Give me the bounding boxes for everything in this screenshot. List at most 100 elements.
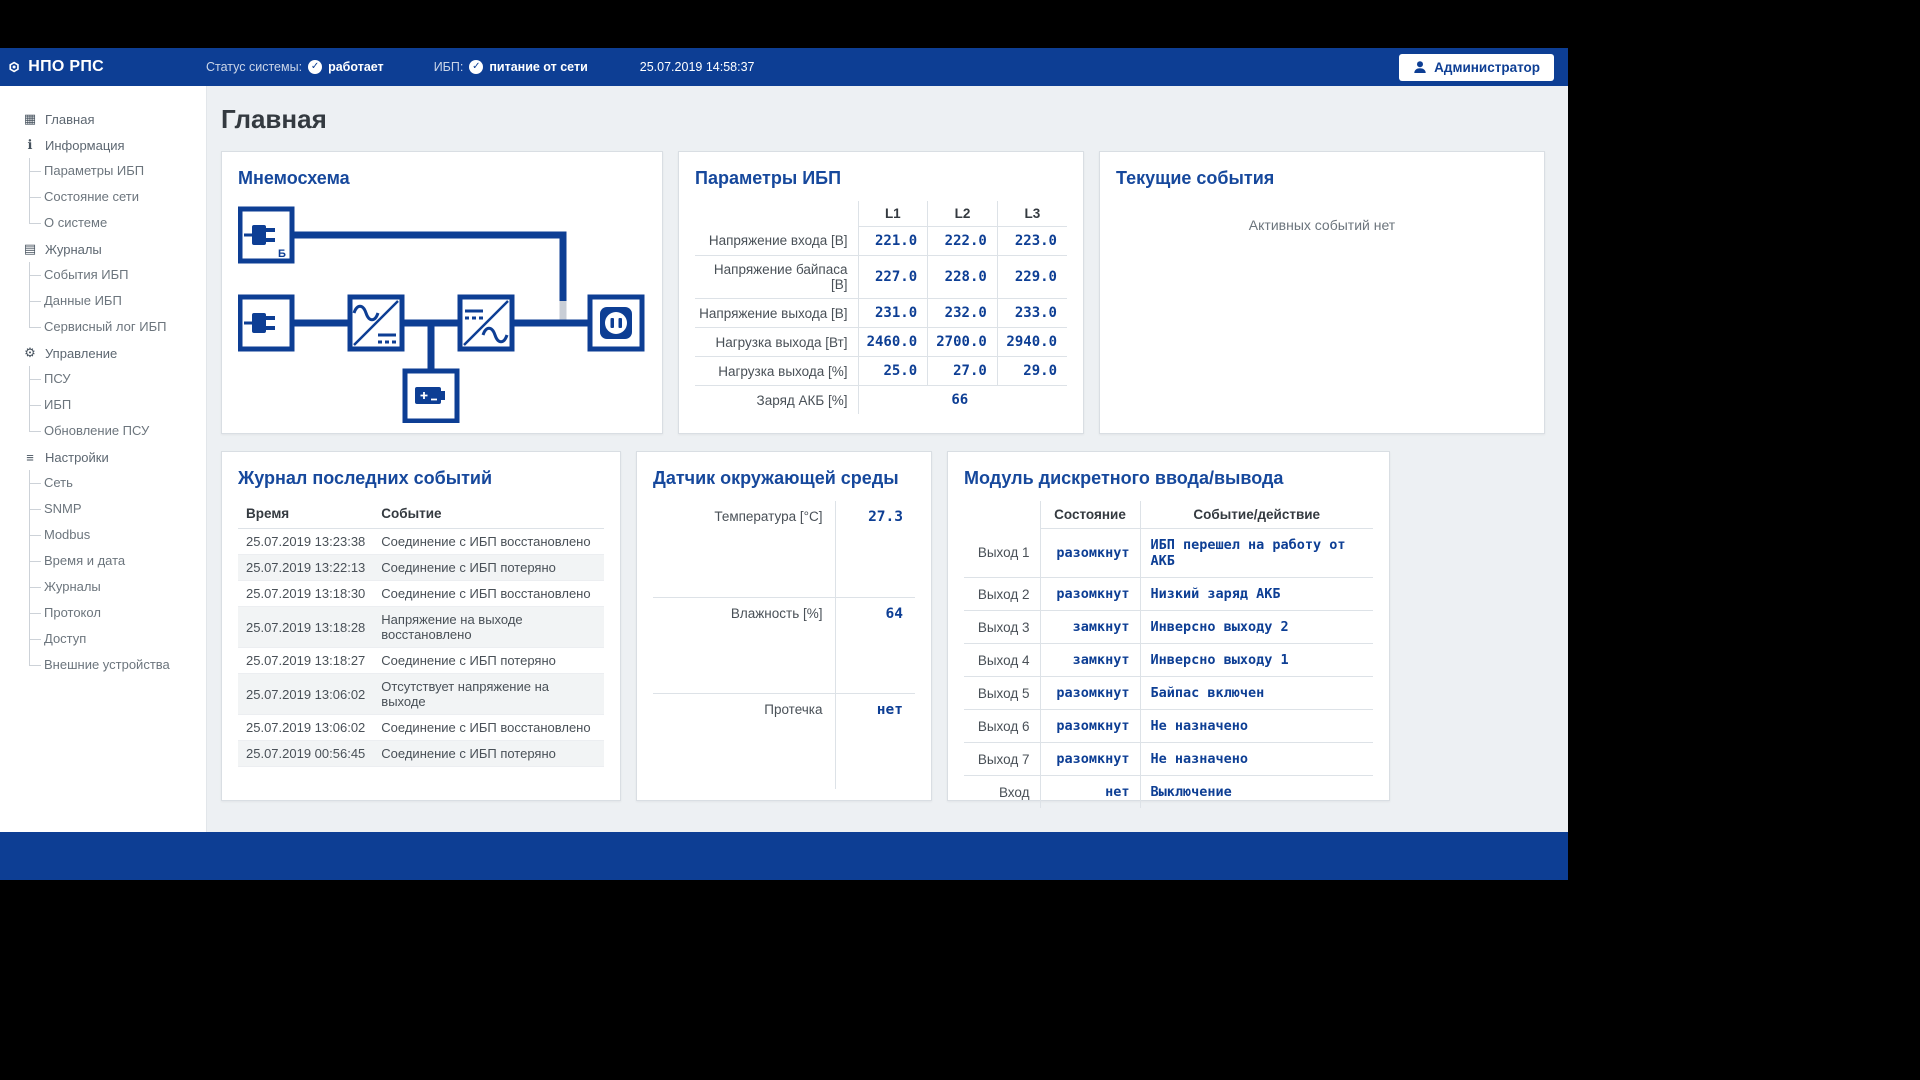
table-row: Влажность [%] 64 [653, 597, 915, 693]
io-action: Инверсно выходу 1 [1140, 644, 1373, 677]
io-state: замкнут [1040, 611, 1140, 644]
table-header-row: Время Событие [238, 501, 604, 529]
table-row: Напряжение байпаса [В] 227.0 228.0 229.0 [695, 256, 1067, 299]
sidebar-item-o-sisteme[interactable]: О системе [0, 210, 206, 236]
sidebar-item-sostoyanie-seti[interactable]: Состояние сети [0, 184, 206, 210]
card-title: Параметры ИБП [695, 168, 1067, 189]
card-mnemoscheme: Мнемосхема [221, 151, 663, 434]
env-label: Протечка [653, 693, 835, 789]
sidebar-item-obnovlenie-psu[interactable]: Обновление ПСУ [0, 418, 206, 444]
io-state: разомкнут [1040, 677, 1140, 710]
io-state: разомкнут [1040, 710, 1140, 743]
io-state: разомкнут [1040, 529, 1140, 578]
io-label: Вход [964, 776, 1040, 809]
param-label: Нагрузка выхода [%] [695, 357, 858, 386]
table-row: Заряд АКБ [%] 66 [695, 386, 1067, 415]
info-icon: ℹ [22, 137, 38, 153]
ups-mnemoscheme-diagram: Б [238, 201, 648, 423]
table-row: Выход 4 замкнут Инверсно выходу 1 [964, 644, 1373, 677]
sidebar-item-snmp[interactable]: SNMP [0, 496, 206, 522]
sidebar-item-vneshnie-ustroystva[interactable]: Внешние устройства [0, 652, 206, 678]
env-label: Влажность [%] [653, 597, 835, 693]
sidebar-item-servisnyy-log[interactable]: Сервисный лог ИБП [0, 314, 206, 340]
sidebar-item-label: Доступ [44, 631, 86, 646]
card-title: Текущие события [1116, 168, 1528, 189]
log-time: 25.07.2019 13:06:02 [238, 674, 373, 715]
sidebar-item-glavnaya[interactable]: ▦ Главная [0, 106, 206, 132]
card-discrete-io: Модуль дискретного ввода/вывода Состояни… [947, 451, 1390, 801]
app-window: НПО РПС Статус системы: ✓ работает ИБП: … [0, 48, 1568, 880]
table-row: Выход 5 разомкнут Байпас включен [964, 677, 1373, 710]
sidebar-item-protokol[interactable]: Протокол [0, 600, 206, 626]
param-label: Нагрузка выхода [Вт] [695, 328, 858, 357]
sidebar: ▦ Главная ℹ Информация Параметры ИБП Сос… [0, 86, 207, 832]
table-row: 25.07.2019 13:18:30 Соединение с ИБП вос… [238, 581, 604, 607]
table-row: 25.07.2019 13:22:13 Соединение с ИБП пот… [238, 555, 604, 581]
table-row: 25.07.2019 13:18:27 Соединение с ИБП пот… [238, 648, 604, 674]
log-time: 25.07.2019 13:18:30 [238, 581, 373, 607]
sidebar-item-label: События ИБП [44, 267, 129, 282]
page-title: Главная [221, 104, 1568, 135]
sidebar-item-zhurnaly[interactable]: ▤ Журналы [0, 236, 206, 262]
user-name: Администратор [1434, 60, 1540, 75]
sidebar-item-psu[interactable]: ПСУ [0, 366, 206, 392]
table-row: Выход 7 разомкнут Не назначено [964, 743, 1373, 776]
sidebar-item-label: Данные ИБП [44, 293, 122, 308]
brand-name: НПО РПС [28, 58, 104, 76]
user-icon [1413, 60, 1427, 74]
io-label: Выход 5 [964, 677, 1040, 710]
table-row: 25.07.2019 00:56:45 Соединение с ИБП пот… [238, 741, 604, 767]
no-events-message: Активных событий нет [1116, 217, 1528, 233]
param-value: 221.0 [858, 227, 928, 256]
io-label: Выход 6 [964, 710, 1040, 743]
user-button[interactable]: Администратор [1399, 54, 1554, 81]
log-event: Соединение с ИБП потеряно [373, 555, 604, 581]
system-status-value: работает [328, 60, 384, 74]
sidebar-item-label: SNMP [44, 501, 82, 516]
sidebar-group-nastroyki: Сеть SNMP Modbus Время и дата Журналы Пр… [0, 470, 206, 678]
brand[interactable]: НПО РПС [8, 54, 104, 80]
sidebar-item-label: Сеть [44, 475, 73, 490]
param-label: Напряжение байпаса [В] [695, 256, 858, 299]
param-value: 222.0 [928, 227, 998, 256]
env-value: 27.3 [835, 501, 915, 597]
sidebar-item-informatsiya[interactable]: ℹ Информация [0, 132, 206, 158]
param-value: 231.0 [858, 299, 928, 328]
column-header [964, 501, 1040, 529]
column-header: L1 [858, 201, 928, 227]
param-value: 229.0 [997, 256, 1067, 299]
sidebar-item-upravlenie[interactable]: ⚙ Управление [0, 340, 206, 366]
param-value: 232.0 [928, 299, 998, 328]
sidebar-item-vremya-i-data[interactable]: Время и дата [0, 548, 206, 574]
sidebar-item-sobytiya-ibp[interactable]: События ИБП [0, 262, 206, 288]
sidebar-item-zhurnaly-settings[interactable]: Журналы [0, 574, 206, 600]
ups-status-value: питание от сети [489, 60, 587, 74]
sidebar-item-label: Журналы [45, 242, 102, 257]
sidebar-item-label: Настройки [45, 450, 109, 465]
column-header [695, 201, 858, 227]
sidebar-item-modbus[interactable]: Modbus [0, 522, 206, 548]
column-header: L3 [997, 201, 1067, 227]
sidebar-item-ibp[interactable]: ИБП [0, 392, 206, 418]
sidebar-item-set[interactable]: Сеть [0, 470, 206, 496]
param-value: 2700.0 [928, 328, 998, 357]
column-header: Время [238, 501, 373, 529]
env-value: нет [835, 693, 915, 789]
table-row: Нагрузка выхода [%] 25.0 27.0 29.0 [695, 357, 1067, 386]
sidebar-item-label: ПСУ [44, 371, 71, 386]
table-row: 25.07.2019 13:06:02 Соединение с ИБП вос… [238, 715, 604, 741]
sidebar-item-nastroyki[interactable]: ≡ Настройки [0, 444, 206, 470]
sidebar-item-parametry-ibp[interactable]: Параметры ИБП [0, 158, 206, 184]
table-row: Напряжение входа [В] 221.0 222.0 223.0 [695, 227, 1067, 256]
table-row: Вход нет Выключение [964, 776, 1373, 809]
sidebar-item-dannye-ibp[interactable]: Данные ИБП [0, 288, 206, 314]
table-row: Протечка нет [653, 693, 915, 789]
cards-row-1: Мнемосхема [221, 151, 1568, 434]
sidebar-group-zhurnaly: События ИБП Данные ИБП Сервисный лог ИБП [0, 262, 206, 340]
sidebar-item-dostup[interactable]: Доступ [0, 626, 206, 652]
sidebar-item-label: Управление [45, 346, 117, 361]
sidebar-item-label: Информация [45, 138, 125, 153]
sidebar-group-informatsiya: Параметры ИБП Состояние сети О системе [0, 158, 206, 236]
column-header: Событие/действие [1140, 501, 1373, 529]
table-row: 25.07.2019 13:18:28 Напряжение на выходе… [238, 607, 604, 648]
